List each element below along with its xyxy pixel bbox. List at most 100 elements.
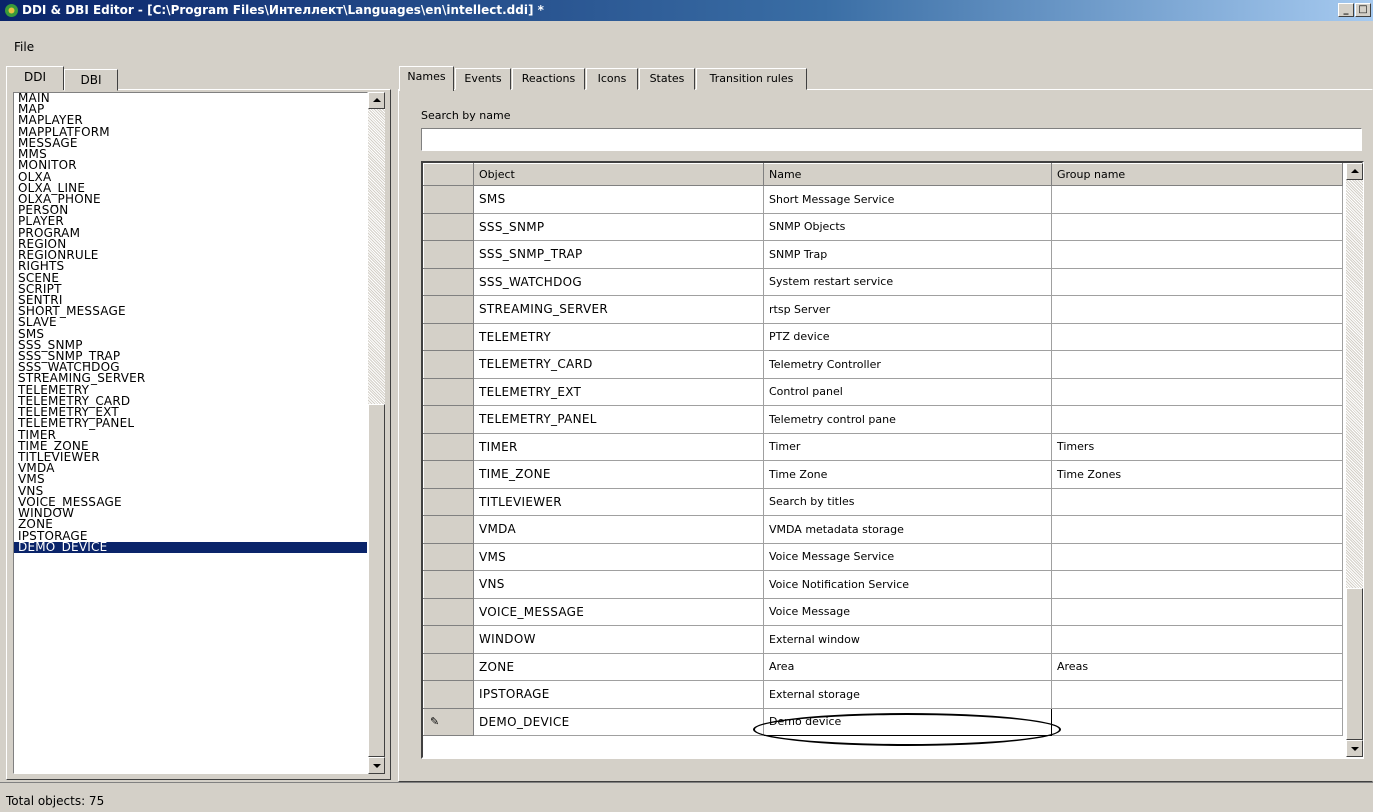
cell-object[interactable]: TELEMETRY_PANEL <box>473 405 764 434</box>
table-row[interactable]: TELEMETRY_EXT Control panel <box>423 377 1343 406</box>
maximize-button[interactable]: □ <box>1355 3 1371 17</box>
cell-object[interactable]: WINDOW <box>473 625 764 654</box>
cell-name[interactable]: Telemetry Controller <box>763 350 1052 379</box>
list-item[interactable]: SLAVE <box>14 316 367 328</box>
cell-name[interactable]: System restart service <box>763 268 1052 296</box>
cell-name[interactable]: Area <box>763 653 1052 681</box>
table-row[interactable]: ✎ DEMO_DEVICE Demo device <box>423 707 1343 736</box>
cell-object[interactable]: TIME_ZONE <box>473 460 764 489</box>
tab-states[interactable]: States <box>639 68 695 90</box>
cell-group[interactable]: Time Zones <box>1051 460 1343 489</box>
list-item[interactable]: WINDOW <box>14 507 367 519</box>
cell-group[interactable] <box>1051 598 1343 626</box>
list-item[interactable]: PERSON <box>14 204 367 216</box>
cell-name[interactable]: External storage <box>763 680 1052 709</box>
table-row[interactable]: VNS Voice Notification Service <box>423 570 1343 599</box>
table-row[interactable]: TIMER Timer Timers <box>423 432 1343 461</box>
list-item[interactable]: REGIONRULE <box>14 249 367 261</box>
row-header[interactable] <box>423 652 474 681</box>
tab-transition-rules[interactable]: Transition rules <box>696 68 807 90</box>
cell-name[interactable]: Time Zone <box>763 460 1052 489</box>
row-header[interactable] <box>423 460 474 489</box>
cell-name[interactable]: Short Message Service <box>763 185 1052 214</box>
cell-name[interactable]: Timer <box>763 433 1052 461</box>
row-header[interactable] <box>423 212 474 241</box>
cell-object[interactable]: ZONE <box>473 653 764 681</box>
list-item[interactable]: PROGRAM <box>14 227 367 239</box>
row-header[interactable] <box>423 542 474 571</box>
row-header[interactable] <box>423 295 474 324</box>
cell-name[interactable]: Telemetry control pane <box>763 405 1052 434</box>
names-grid[interactable]: Object Name Group name SMS Short Message … <box>421 161 1364 759</box>
row-header[interactable] <box>423 405 474 434</box>
list-item[interactable]: VMDA <box>14 462 367 474</box>
table-row[interactable]: TELEMETRY_PANEL Telemetry control pane <box>423 405 1343 434</box>
row-header[interactable] <box>423 240 474 269</box>
cell-name[interactable]: External window <box>763 625 1052 654</box>
row-header[interactable] <box>423 570 474 599</box>
scroll-down-button[interactable] <box>368 757 385 774</box>
list-item[interactable]: DEMO_DEVICE <box>14 541 367 553</box>
cell-group[interactable] <box>1051 570 1343 599</box>
cell-group[interactable] <box>1051 323 1343 351</box>
cell-object[interactable]: TITLEVIEWER <box>473 488 764 516</box>
tab-names[interactable]: Names <box>399 66 454 91</box>
tab-icons[interactable]: Icons <box>586 68 638 90</box>
cell-object[interactable]: SSS_SNMP_TRAP <box>473 240 764 269</box>
cell-name[interactable]: SNMP Trap <box>763 240 1052 269</box>
cell-group[interactable] <box>1051 515 1343 544</box>
table-row[interactable]: SSS_WATCHDOG System restart service <box>423 267 1343 296</box>
cell-group[interactable]: Timers <box>1051 433 1343 461</box>
table-row[interactable]: SSS_SNMP_TRAP SNMP Trap <box>423 240 1343 269</box>
table-row[interactable]: VMDA VMDA metadata storage <box>423 515 1343 544</box>
table-row[interactable]: WINDOW External window <box>423 625 1343 654</box>
table-row[interactable]: TITLEVIEWER Search by titles <box>423 487 1343 516</box>
row-header[interactable] <box>423 487 474 516</box>
tab-dbi[interactable]: DBI <box>64 69 118 91</box>
cell-group[interactable] <box>1051 185 1343 214</box>
list-item[interactable]: SCENE <box>14 271 367 284</box>
scroll-thumb[interactable] <box>368 404 385 757</box>
cell-group[interactable] <box>1051 378 1343 406</box>
cell-name[interactable]: Demo device <box>763 707 1052 736</box>
table-row[interactable]: TELEMETRY_CARD Telemetry Controller <box>423 350 1343 379</box>
cell-object[interactable]: VMDA <box>473 515 764 544</box>
cell-object[interactable]: VOICE_MESSAGE <box>473 598 764 626</box>
cell-group[interactable] <box>1051 405 1343 434</box>
row-header[interactable] <box>423 515 474 544</box>
cell-name[interactable]: rtsp Server <box>763 295 1052 324</box>
column-header-name[interactable]: Name <box>763 163 1052 186</box>
row-header[interactable] <box>423 185 474 214</box>
cell-object[interactable]: SSS_SNMP <box>473 213 764 241</box>
row-header[interactable] <box>423 350 474 379</box>
cell-name[interactable]: Voice Notification Service <box>763 570 1052 599</box>
column-header-group[interactable]: Group name <box>1051 163 1343 186</box>
list-item[interactable]: MONITOR <box>14 159 367 171</box>
object-list[interactable]: MAIN MAP MAPLAYER MAPPLATFORM MESSAGE MMS MONI… <box>13 92 368 774</box>
cell-object[interactable]: DEMO_DEVICE <box>473 708 764 736</box>
table-row[interactable]: VMS Voice Message Service <box>423 542 1343 571</box>
cell-group[interactable] <box>1051 350 1343 379</box>
cell-group[interactable] <box>1051 543 1343 571</box>
cell-name[interactable]: VMDA metadata storage <box>763 515 1052 544</box>
minimize-button[interactable]: _ <box>1338 3 1354 17</box>
table-row[interactable]: IPSTORAGE External storage <box>423 680 1343 709</box>
row-header[interactable] <box>423 322 474 351</box>
row-header[interactable] <box>423 432 474 461</box>
menu-file[interactable]: File <box>14 40 34 54</box>
table-row[interactable]: TELEMETRY PTZ device <box>423 322 1343 351</box>
table-row[interactable]: ZONE Area Areas <box>423 652 1343 681</box>
row-header[interactable] <box>423 597 474 626</box>
row-header[interactable]: ✎ <box>423 707 474 736</box>
grid-scroll-down-button[interactable] <box>1346 740 1363 757</box>
tab-events[interactable]: Events <box>455 68 511 90</box>
cell-group[interactable] <box>1051 240 1343 269</box>
row-header[interactable] <box>423 377 474 406</box>
cell-object[interactable]: TIMER <box>473 433 764 461</box>
cell-name[interactable]: Control panel <box>763 378 1052 406</box>
cell-object[interactable]: TELEMETRY_EXT <box>473 378 764 406</box>
table-row[interactable]: TIME_ZONE Time Zone Time Zones <box>423 460 1343 489</box>
scroll-up-button[interactable] <box>368 92 385 109</box>
list-item[interactable]: VMS <box>14 473 367 485</box>
cell-group[interactable]: Areas <box>1051 653 1343 681</box>
